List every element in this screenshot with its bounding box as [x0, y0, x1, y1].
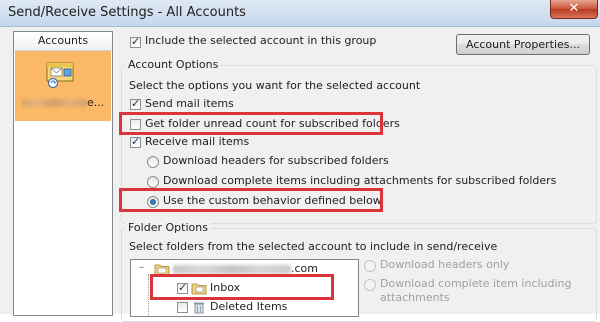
mailbox-folder-icon: [154, 264, 170, 276]
title-bar: Send/Receive Settings - All Accounts ✕: [0, 0, 600, 27]
download-headers-only-label: Download headers only: [380, 258, 510, 271]
account-name: e...: [21, 96, 109, 112]
tree-connector-line: [148, 274, 150, 316]
folder-tree[interactable]: – .com Inbox Deleted Items: [130, 259, 359, 317]
account-properties-button[interactable]: Account Properties...: [456, 34, 590, 55]
download-headers-only-radio[interactable]: [364, 260, 376, 272]
folder-options-description: Select folders from the selected account…: [129, 240, 498, 253]
accounts-header: Accounts: [14, 32, 112, 51]
download-complete-item-label: Download complete item including: [380, 277, 572, 290]
receive-mail-label: Receive mail items: [145, 135, 250, 148]
folder-options-title: Folder Options: [125, 221, 211, 234]
mailbox-root-label[interactable]: .com: [173, 262, 318, 275]
download-complete-items-radio[interactable]: [147, 176, 159, 188]
window-title: Send/Receive Settings - All Accounts: [8, 5, 246, 20]
include-account-label: Include the selected account in this gro…: [145, 34, 377, 47]
mail-account-icon: [46, 62, 74, 89]
accounts-list[interactable]: Accounts e...: [13, 31, 113, 316]
inbox-folder-icon: [191, 283, 207, 295]
custom-behavior-radio[interactable]: [147, 196, 159, 208]
send-mail-checkbox[interactable]: [130, 97, 141, 110]
send-mail-label: Send mail items: [145, 97, 234, 110]
unread-count-checkbox[interactable]: [130, 119, 141, 130]
include-account-checkbox[interactable]: [130, 35, 141, 48]
dialog-content: Accounts e... Include the select: [0, 27, 600, 322]
custom-behavior-label: Use the custom behavior defined below: [163, 194, 382, 207]
tree-expander[interactable]: –: [139, 262, 144, 273]
download-headers-radio[interactable]: [147, 156, 159, 168]
send-receive-settings-window: Send/Receive Settings - All Accounts ✕ A…: [0, 0, 600, 322]
close-button[interactable]: ✕: [550, 0, 598, 19]
download-headers-label: Download headers for subscribed folders: [163, 154, 389, 167]
download-complete-item-radio[interactable]: [364, 279, 376, 291]
account-options-title: Account Options: [125, 58, 222, 71]
redacted-account-name: [21, 99, 87, 107]
inbox-label[interactable]: Inbox: [210, 281, 240, 294]
account-options-description: Select the options you want for the sele…: [129, 79, 421, 92]
download-complete-items-label: Download complete items including attach…: [163, 174, 557, 187]
download-complete-item-label-line2: attachments: [380, 291, 450, 304]
inbox-checkbox[interactable]: [177, 281, 188, 294]
deleted-items-checkbox[interactable]: [177, 302, 188, 313]
receive-mail-checkbox[interactable]: [130, 135, 141, 148]
account-list-item[interactable]: e...: [15, 51, 111, 121]
deleted-items-label[interactable]: Deleted Items: [210, 300, 287, 313]
unread-count-label: Get folder unread count for subscribed f…: [145, 117, 400, 130]
deleted-items-icon: [194, 302, 204, 314]
redacted-mailbox-name: [173, 264, 291, 274]
